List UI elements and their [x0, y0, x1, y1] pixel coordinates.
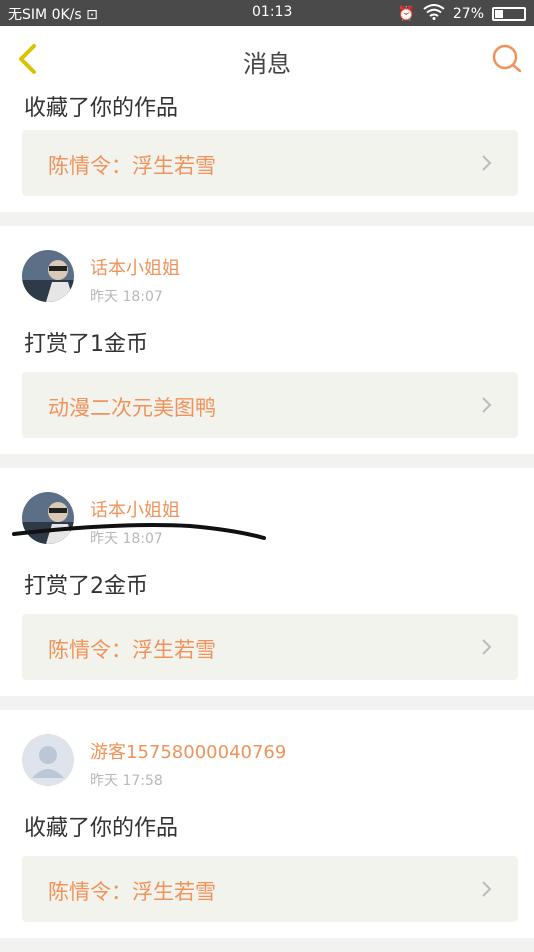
user-name[interactable]: 游客15758000040769	[90, 738, 286, 764]
avatar[interactable]	[22, 250, 74, 302]
message-action: 收藏了你的作品	[24, 816, 179, 841]
message-time: 昨天 17:58	[90, 773, 163, 789]
chevron-right-icon	[482, 397, 492, 413]
notification-icon: ⊡	[86, 7, 98, 23]
sim-status: 无SIM	[8, 7, 48, 23]
work-title: 动漫二次元美图鸭	[48, 396, 216, 420]
message-action: 收藏了你的作品	[24, 96, 179, 121]
search-icon	[492, 44, 522, 73]
message-list[interactable]: 收藏了你的作品 陈情令：浮生若雪 话本小姐姐 昨天 18:07 打赏了1金币 动…	[0, 92, 534, 952]
status-bar: 无SIM 0K/s ⊡ 01:13 ⏰ 27%	[0, 0, 534, 26]
message-time: 昨天 18:07	[90, 289, 163, 305]
page-title: 消息	[243, 50, 291, 78]
work-title: 陈情令：浮生若雪	[48, 638, 216, 662]
message-action: 打赏了1金币	[24, 332, 148, 357]
status-right: ⏰ 27%	[397, 4, 526, 24]
clock: 01:13	[252, 4, 293, 20]
battery-percent: 27%	[452, 6, 484, 22]
message-card: 游客15758000040769 昨天 17:58 收藏了你的作品 陈情令：浮生…	[0, 710, 534, 938]
work-link[interactable]: 动漫二次元美图鸭	[22, 372, 518, 438]
chevron-right-icon	[482, 639, 492, 655]
wifi-icon	[423, 4, 445, 24]
message-action: 打赏了2金币	[24, 574, 148, 599]
user-name[interactable]: 话本小姐姐	[90, 254, 180, 280]
message-card: 话本小姐姐 昨天 18:07 打赏了1金币 动漫二次元美图鸭	[0, 226, 534, 454]
chevron-right-icon	[482, 881, 492, 897]
avatar[interactable]	[22, 734, 74, 786]
avatar[interactable]	[22, 492, 74, 544]
work-link[interactable]: 陈情令：浮生若雪	[22, 856, 518, 922]
search-button[interactable]	[490, 42, 524, 76]
work-title: 陈情令：浮生若雪	[48, 154, 216, 178]
message-time: 昨天 18:07	[90, 531, 163, 547]
alarm-icon: ⏰	[397, 6, 415, 22]
user-name[interactable]: 话本小姐姐	[90, 496, 180, 522]
work-link[interactable]: 陈情令：浮生若雪	[22, 130, 518, 196]
default-avatar-icon	[22, 734, 74, 786]
message-card: 话本小姐姐 昨天 18:07 打赏了2金币 陈情令：浮生若雪	[0, 468, 534, 696]
network-speed: 0K/s	[51, 7, 82, 23]
battery-icon	[492, 7, 526, 21]
status-left: 无SIM 0K/s ⊡	[8, 4, 98, 24]
nav-bar: 消息	[0, 26, 534, 93]
chevron-right-icon	[482, 155, 492, 171]
work-link[interactable]: 陈情令：浮生若雪	[22, 614, 518, 680]
message-card: 收藏了你的作品 陈情令：浮生若雪	[0, 92, 534, 212]
work-title: 陈情令：浮生若雪	[48, 880, 216, 904]
